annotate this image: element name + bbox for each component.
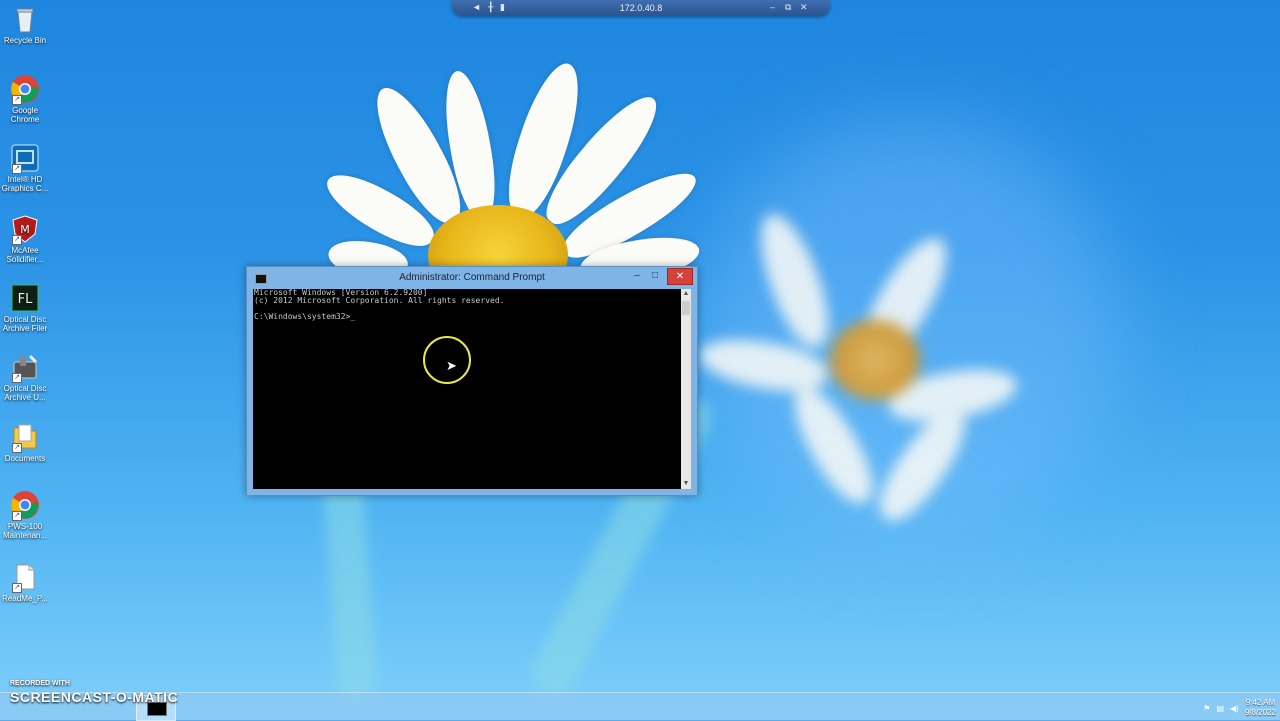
clock[interactable]: 9:42 AM 9/8/2022: [1245, 698, 1276, 718]
network-icon[interactable]: ▤: [1216, 704, 1224, 713]
minimize-icon[interactable]: –: [770, 2, 775, 12]
desktop-icon-label: Recycle Bin: [3, 36, 47, 45]
desktop-icon-label: Optical Disc Archive Filer: [2, 315, 48, 333]
taskbar: ⚑ ▤ ◀) 9:42 AM 9/8/2022: [0, 692, 1280, 721]
remote-desktop-connection-bar: ◄ ╂ ▮ 172.0.40.8 – ⧉ ✕: [452, 0, 830, 16]
desktop-icon-label: Documents: [4, 454, 46, 463]
volume-icon[interactable]: ◀): [1230, 704, 1239, 713]
desktop-icon-recycle-bin[interactable]: Recycle Bin: [0, 4, 50, 45]
chrome-icon: ↗: [10, 490, 40, 521]
recycle-bin-icon: [10, 4, 40, 34]
mcafee-icon: M ↗: [10, 214, 40, 245]
desktop-icon-label: PWS-100 Maintenan...: [2, 522, 48, 540]
remote-address: 172.0.40.8: [619, 3, 663, 13]
restore-icon[interactable]: ⧉: [785, 2, 791, 13]
desktop-icon-label: Optical Disc Archive U...: [3, 384, 47, 402]
command-prompt-window[interactable]: Administrator: Command Prompt – □ ✕ Micr…: [246, 266, 698, 496]
desktop-icon-label: McAfee Solidifier...: [6, 246, 44, 264]
desktop-icon-label: ReadMe_P...: [2, 594, 48, 603]
console-line: (c) 2012 Microsoft Corporation. All righ…: [254, 296, 505, 305]
scroll-down-arrow-icon[interactable]: ▼: [681, 479, 691, 489]
desktop-icon-label: Google Chrome: [10, 106, 40, 124]
desktop-icon-optical-disc-archive-filer[interactable]: FL Optical Disc Archive Filer: [0, 283, 50, 333]
mouse-pointer-icon: ➤: [446, 358, 457, 373]
flag-icon[interactable]: ⚑: [1203, 704, 1210, 713]
minimize-button[interactable]: –: [629, 268, 645, 283]
close-button[interactable]: ✕: [667, 268, 693, 285]
console-output[interactable]: Microsoft Windows [Version 6.2.9200] (c)…: [253, 289, 681, 489]
desktop-icon-documents[interactable]: ↗ Documents: [0, 422, 50, 463]
clock-time: 9:42 AM: [1245, 698, 1276, 707]
vertical-scrollbar[interactable]: ▲ ▼: [681, 289, 691, 489]
desktop-icon-google-chrome[interactable]: ↗ Google Chrome: [0, 74, 50, 124]
window-titlebar[interactable]: Administrator: Command Prompt – □ ✕: [247, 267, 697, 289]
desktop-icon-optical-disc-archive-utility[interactable]: ↗ Optical Disc Archive U...: [0, 352, 50, 402]
console-prompt-line: C:\Windows\system32>_: [254, 312, 356, 321]
screencast-watermark: RECORDED WITH SCREENCAST-O-MATIC: [10, 680, 178, 705]
desktop-icon-pws-100-maintenance[interactable]: ↗ PWS-100 Maintenan...: [0, 490, 50, 540]
fl-icon: FL: [10, 283, 40, 313]
chrome-icon: ↗: [10, 74, 40, 105]
desktop-icon-mcafee[interactable]: M ↗ McAfee Solidifier...: [0, 214, 50, 264]
signal-icon[interactable]: ▮: [500, 2, 505, 13]
scrollbar-thumb[interactable]: [682, 301, 690, 315]
svg-text:FL: FL: [18, 292, 33, 307]
maximize-button[interactable]: □: [647, 268, 663, 283]
intel-graphics-icon: ↗: [10, 143, 40, 174]
pin-icon-2[interactable]: ╂: [488, 2, 493, 13]
disc-utility-icon: ↗: [10, 352, 40, 383]
folder-icon: ↗: [10, 422, 40, 453]
pin-icon[interactable]: ◄: [472, 2, 481, 12]
system-tray: ⚑ ▤ ◀) 9:42 AM 9/8/2022: [1203, 697, 1276, 719]
desktop-icon-intel-graphics[interactable]: ↗ Intel® HD Graphics C...: [0, 143, 50, 193]
watermark-logo-text: SCREENCAST-O-MATIC: [10, 689, 179, 705]
close-icon[interactable]: ✕: [800, 2, 808, 13]
clock-date: 9/8/2022: [1244, 708, 1276, 717]
desktop-icon-label: Intel® HD Graphics C...: [1, 175, 49, 193]
scroll-up-arrow-icon[interactable]: ▲: [681, 289, 691, 299]
watermark-small-text: RECORDED WITH: [10, 680, 70, 687]
desktop-icon-readme[interactable]: ↗ ReadMe_P...: [0, 562, 50, 603]
file-icon: ↗: [10, 562, 40, 593]
